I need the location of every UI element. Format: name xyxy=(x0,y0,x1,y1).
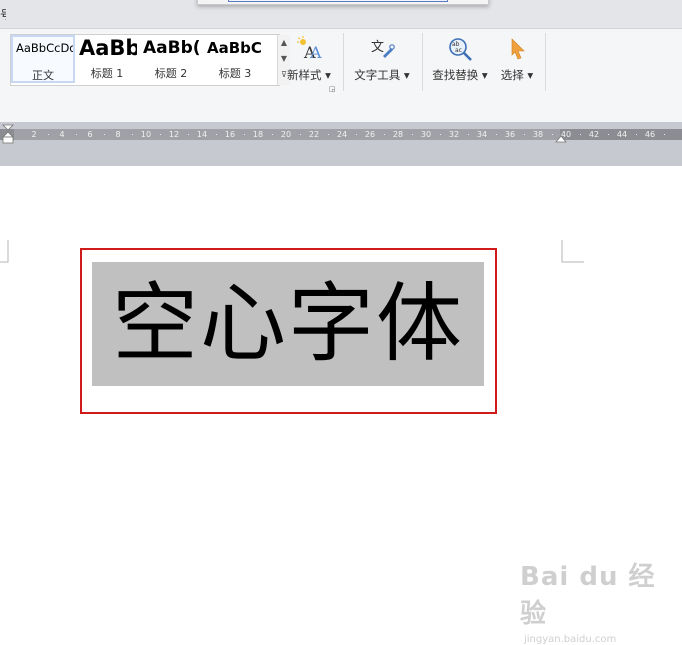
ruler-tick-label: 16 xyxy=(224,130,236,139)
ruler-minor-tick xyxy=(412,134,413,135)
ruler-tick-label: 22 xyxy=(308,130,320,139)
style-label: 标题 2 xyxy=(154,67,188,80)
ruler-tick-label: 14 xyxy=(196,130,208,139)
new-style-label: 新样式 ▾ xyxy=(287,68,331,82)
ruler-tick-label: 4 xyxy=(59,130,65,139)
ruler-tick-label: 24 xyxy=(336,130,348,139)
ruler-tick-label: 34 xyxy=(476,130,488,139)
baidu-watermark: Bai du 经验 jingyan.baidu.com xyxy=(520,556,660,645)
style-heading-3[interactable]: AaBbC 标题 3 xyxy=(205,35,265,83)
ruler-tick-label: 26 xyxy=(364,130,376,139)
new-style-icon: A A xyxy=(297,36,322,62)
ruler-minor-tick xyxy=(76,134,77,135)
ruler-tick-label: 20 xyxy=(280,130,292,139)
ruler-minor-tick xyxy=(524,134,525,135)
ruler-tick-label: 46 xyxy=(644,130,656,139)
style-label: 正文 xyxy=(32,69,54,82)
ruler-tick-label: 36 xyxy=(504,130,516,139)
ruler-tick-label: 32 xyxy=(448,130,460,139)
watermark-url: jingyan.baidu.com xyxy=(524,634,617,645)
svg-text:文: 文 xyxy=(371,40,384,55)
ruler-minor-tick xyxy=(580,134,581,135)
ribbon-separator xyxy=(545,33,546,91)
select-button[interactable]: 选择 ▾ xyxy=(496,33,538,93)
style-label: 标题 1 xyxy=(90,67,124,80)
ruler-minor-tick xyxy=(48,134,49,135)
ruler-minor-tick xyxy=(440,134,441,135)
ruler-tick-label: 10 xyxy=(140,130,152,139)
text-tools-icon: 文 xyxy=(371,40,395,58)
ruler-tick-label: 28 xyxy=(392,130,404,139)
dialog-launcher-icon[interactable]: ◲ xyxy=(329,85,336,93)
new-style-button[interactable]: A A 新样式 ▾ xyxy=(284,33,334,93)
find-replace-button[interactable]: ab ac 查找替换 ▾ xyxy=(428,33,492,93)
cursor-arrow-icon xyxy=(511,38,525,60)
ruler-minor-tick xyxy=(300,134,301,135)
document-text[interactable]: 空心字体 xyxy=(92,262,484,386)
ruler-minor-tick xyxy=(468,134,469,135)
ruler-minor-tick xyxy=(244,134,245,135)
text-tools-button[interactable]: 文 文字工具 ▾ xyxy=(350,33,414,93)
ruler-minor-tick xyxy=(356,134,357,135)
ruler-minor-tick xyxy=(664,134,665,135)
margin-corner-mark-left xyxy=(0,240,9,263)
dropdown-popup-edge xyxy=(197,0,489,5)
find-replace-label: 查找替换 ▾ xyxy=(432,68,488,82)
svg-text:ac: ac xyxy=(455,47,462,54)
ribbon-separator xyxy=(343,33,344,91)
ruler-tick-label: 2 xyxy=(31,130,37,139)
ruler-minor-tick xyxy=(272,134,273,135)
dropdown-popup-inner xyxy=(228,0,448,2)
indent-marker-icon[interactable] xyxy=(2,124,14,146)
ruler-tick-label: 18 xyxy=(252,130,264,139)
ruler-minor-tick xyxy=(188,134,189,135)
ruler-minor-tick xyxy=(384,134,385,135)
style-label: 标题 3 xyxy=(218,67,252,80)
ruler-tick-label: 8 xyxy=(115,130,121,139)
style-sample: AaBbC xyxy=(207,39,262,57)
ruler-minor-tick xyxy=(160,134,161,135)
ruler-minor-tick xyxy=(496,134,497,135)
ruler-minor-tick xyxy=(328,134,329,135)
right-indent-marker-icon[interactable] xyxy=(555,131,567,143)
ruler-minor-tick xyxy=(636,134,637,135)
ribbon-separator xyxy=(422,33,423,91)
ruler-tick-label: 38 xyxy=(532,130,544,139)
find-replace-icon: ab ac xyxy=(449,38,472,61)
style-sample: AaBbCcDd xyxy=(16,41,75,55)
ruler-tick-label: 42 xyxy=(588,130,600,139)
style-heading-1[interactable]: AaBb 标题 1 xyxy=(77,35,137,83)
clipped-menu-text: 号 xyxy=(0,6,6,20)
ruler-minor-tick xyxy=(552,134,553,135)
ruler-tick-label: 12 xyxy=(168,130,180,139)
style-sample: AaBb xyxy=(79,36,137,60)
title-strip: 号 xyxy=(0,0,682,28)
style-normal[interactable]: AaBbCcDd 正文 xyxy=(11,35,75,83)
style-heading-2[interactable]: AaBb( 标题 2 xyxy=(141,35,201,83)
ruler-minor-tick xyxy=(132,134,133,135)
ribbon-toolbar: AaBbCcDd 正文 AaBb 标题 1 AaBb( 标题 2 AaBbC 标… xyxy=(0,28,682,123)
svg-text:A: A xyxy=(309,43,322,62)
watermark-logo: Bai du 经验 xyxy=(520,562,656,629)
margin-corner-mark-right xyxy=(561,240,584,263)
styles-gallery: AaBbCcDd 正文 AaBb 标题 1 AaBb( 标题 2 AaBbC 标… xyxy=(10,34,290,86)
ruler-tick-label: 6 xyxy=(87,130,93,139)
text-tools-label: 文字工具 ▾ xyxy=(354,68,410,82)
ruler-minor-tick xyxy=(608,134,609,135)
style-sample: AaBb( xyxy=(143,38,201,58)
ruler-area: 2 4 6 8 10 12 14 16 18 20 22 24 26 28 30 32 34 36 38 40 42 44… xyxy=(0,122,682,166)
horizontal-ruler[interactable]: 2 4 6 8 10 12 14 16 18 20 22 24 26 28 30 32 34 36 38 40 42 44… xyxy=(0,129,682,140)
ruler-tick-label: 30 xyxy=(420,130,432,139)
select-label: 选择 ▾ xyxy=(500,68,534,82)
ruler-tick-label: 44 xyxy=(616,130,628,139)
ruler-minor-tick xyxy=(216,134,217,135)
ruler-minor-tick xyxy=(104,134,105,135)
